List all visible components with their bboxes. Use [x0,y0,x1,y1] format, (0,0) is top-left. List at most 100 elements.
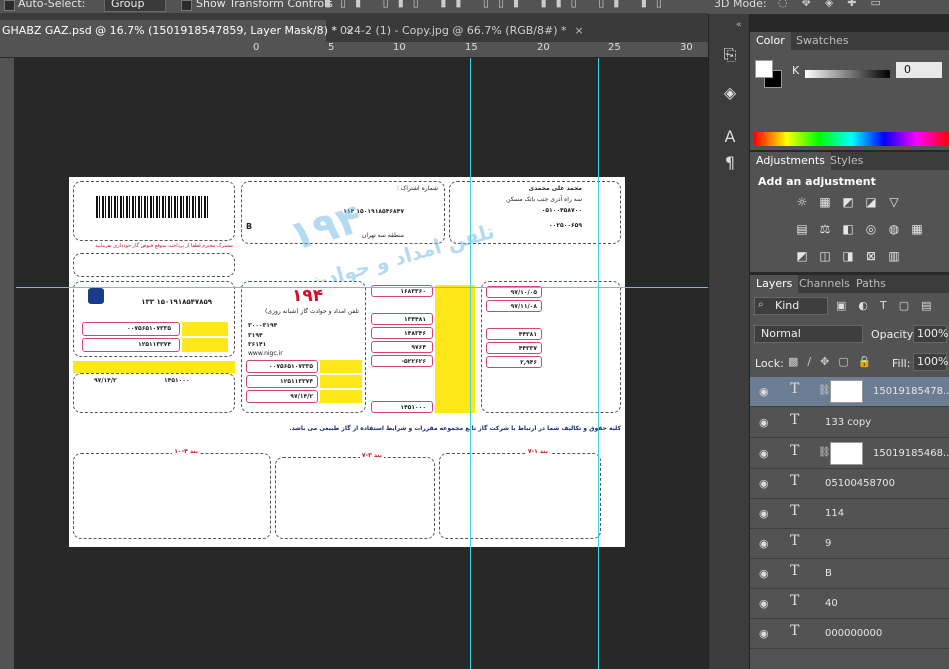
layer-row[interactable]: ◉ T 9 [750,529,949,559]
vibrance-icon[interactable]: ▽ [887,195,901,209]
align-icons[interactable]: ▮▯▮ ▯▮▯ ▮▮ ▯▯▮ ▮▮▯ ▯▮ ▮▯ [325,0,705,10]
tab-color[interactable]: Color [750,32,791,50]
layer-row[interactable]: ◉ T ⛓ 15019185468... [750,439,949,469]
layer-filter-kind[interactable]: Kind [754,297,828,315]
eye-icon[interactable]: ◉ [759,507,771,520]
layer-row[interactable]: ◉ T 114 [750,499,949,529]
link-icon[interactable]: ⛓ [818,385,831,396]
blend-mode-select[interactable]: Normal [754,325,863,343]
show-transform-checkbox[interactable] [181,0,192,11]
cell: ۱۳۴۴۸۱ [371,313,433,325]
layer-row[interactable]: ◉ T 40 [750,589,949,619]
subscription-label: شماره اشتراک : [396,185,438,192]
color-balance-icon[interactable]: ⚖ [818,222,832,236]
eye-icon[interactable]: ◉ [759,447,771,460]
3d-cube-icon[interactable]: ◈ [718,80,742,106]
guide-horizontal[interactable] [16,287,708,288]
tab-adjustments[interactable]: Adjustments [750,152,831,170]
k-value-input[interactable]: 0 [896,62,942,78]
customer-mobile: ۰۰۲۵۰۰۶۵۹ [549,222,582,229]
color-lookup-icon[interactable]: ▦ [910,222,924,236]
tab-ghabz-gaz[interactable]: GHABZ GAZ.psd @ 16.7% (1501918547859, La… [0,20,354,42]
add-adjustment-title: Add an adjustment [758,175,876,188]
terms-text: کلیه حقوق و تکالیف شما در ارتباط با شرکت… [289,425,621,432]
photo-filter-icon[interactable]: ◎ [864,222,878,236]
paragraph-icon[interactable]: ¶ [718,150,742,176]
horizontal-ruler[interactable]: 0 5 10 15 20 25 30 [0,42,708,58]
layer-row[interactable]: ◉ T 000000000 [750,619,949,649]
layer-name[interactable]: 15019185468... [873,448,949,459]
eye-icon[interactable]: ◉ [759,477,771,490]
layer-name[interactable]: 114 [825,508,844,519]
eye-icon[interactable]: ◉ [759,567,771,580]
layer-mask-thumbnail[interactable] [830,380,863,403]
amount-field: ۰۰۷۵۶۵۱۰۷۳۳۵ [82,322,180,336]
lock-icons[interactable]: ▩∕✥▢🔒 [788,355,880,368]
date-box: ۹۷/۱۴/۲ ۱۴۵۱۰۰۰ [73,373,235,413]
invert-icon[interactable]: ◩ [795,249,809,263]
character-icon[interactable]: A [718,124,742,150]
gradient-map-icon[interactable]: ▥ [887,249,901,263]
tab-layers[interactable]: Layers [750,275,799,293]
eye-icon[interactable]: ◉ [759,416,771,429]
opacity-input[interactable]: 100% [913,325,948,343]
curves-icon[interactable]: ◩ [841,195,855,209]
guide-vertical[interactable] [470,58,471,669]
payment-id-field: ۱۲۵۱۱۳۳۷۴ [82,338,180,352]
gas-bill-document[interactable]: محمد علی محمدی سه راه آذری جنب بانک مسکن… [69,177,625,547]
color-panel: Color Swatches K 0 [750,32,949,150]
foreground-color-swatch[interactable] [755,60,773,78]
channel-mixer-icon[interactable]: ◍ [887,222,901,236]
tab-channels[interactable]: Channels [793,275,856,293]
auto-select-dropdown[interactable]: Group [104,0,166,12]
eye-icon[interactable]: ◉ [759,627,771,640]
layer-mask-thumbnail[interactable] [830,442,863,465]
text-layer-icon: T [790,563,800,579]
tab-label: GHABZ GAZ.psd @ 16.7% (1501918547859, La… [2,24,337,37]
layer-row[interactable]: ◉ T 133 copy [750,408,949,438]
hue-saturation-icon[interactable]: ▤ [795,222,809,236]
threshold-icon[interactable]: ◨ [841,249,855,263]
opacity-label: Opacity: [871,328,917,341]
3d-mode-icons[interactable]: ◌✥◈✚▭ [778,0,895,9]
layer-name[interactable]: 40 [825,598,838,609]
layer-name[interactable]: 000000000 [825,628,882,639]
history-icon[interactable]: ⎘ [718,42,742,68]
layer-name[interactable]: B [825,568,832,579]
brightness-icon[interactable]: ☼ [795,195,809,209]
layer-name[interactable]: 9 [825,538,831,549]
layer-row[interactable]: ◉ T B [750,559,949,589]
color-spectrum[interactable] [754,132,949,146]
collapse-icon[interactable]: « [736,20,742,30]
auto-select-checkbox[interactable] [4,0,15,11]
layer-name[interactable]: 05100458700 [825,478,895,489]
black-white-icon[interactable]: ◧ [841,222,855,236]
tab-styles[interactable]: Styles [824,152,869,170]
eye-icon[interactable]: ◉ [759,537,771,550]
fill-label: Fill: [892,357,911,370]
exposure-icon[interactable]: ◪ [864,195,878,209]
link-icon[interactable]: ⛓ [818,447,831,458]
filter-icons[interactable]: ▣◐T▢▤ [836,299,944,312]
close-icon[interactable]: × [575,24,584,37]
selective-color-icon[interactable]: ⊠ [864,249,878,263]
guide-vertical[interactable] [598,58,599,669]
eye-icon[interactable]: ◉ [759,385,771,398]
tab-swatches[interactable]: Swatches [790,32,855,50]
layer-name[interactable]: 133 copy [825,417,871,428]
layer-row[interactable]: ◉ T 05100458700 [750,469,949,499]
layer-name[interactable]: 15019185478... [873,386,949,397]
tab-paths[interactable]: Paths [850,275,892,293]
k-slider[interactable] [805,70,890,78]
fill-input[interactable]: 100% [913,353,948,371]
eye-icon[interactable]: ◉ [759,597,771,610]
amount-row: ۱۲۵۱۱۳۳۷۴ [246,375,318,388]
tab-024-2-copy[interactable]: 024-2 (1) - Copy.jpg @ 66.7% (RGB/8#) * × [334,20,584,42]
cell: ۹۷/۱۱/۰۸ [486,300,542,312]
posterize-icon[interactable]: ◫ [818,249,832,263]
levels-icon[interactable]: ▦ [818,195,832,209]
customer-name: محمد علی محمدی [528,185,582,192]
vertical-ruler[interactable] [0,58,15,669]
text-layer-icon: T [790,623,800,639]
layer-row[interactable]: ◉ T ⛓ 15019185478... [750,377,949,407]
